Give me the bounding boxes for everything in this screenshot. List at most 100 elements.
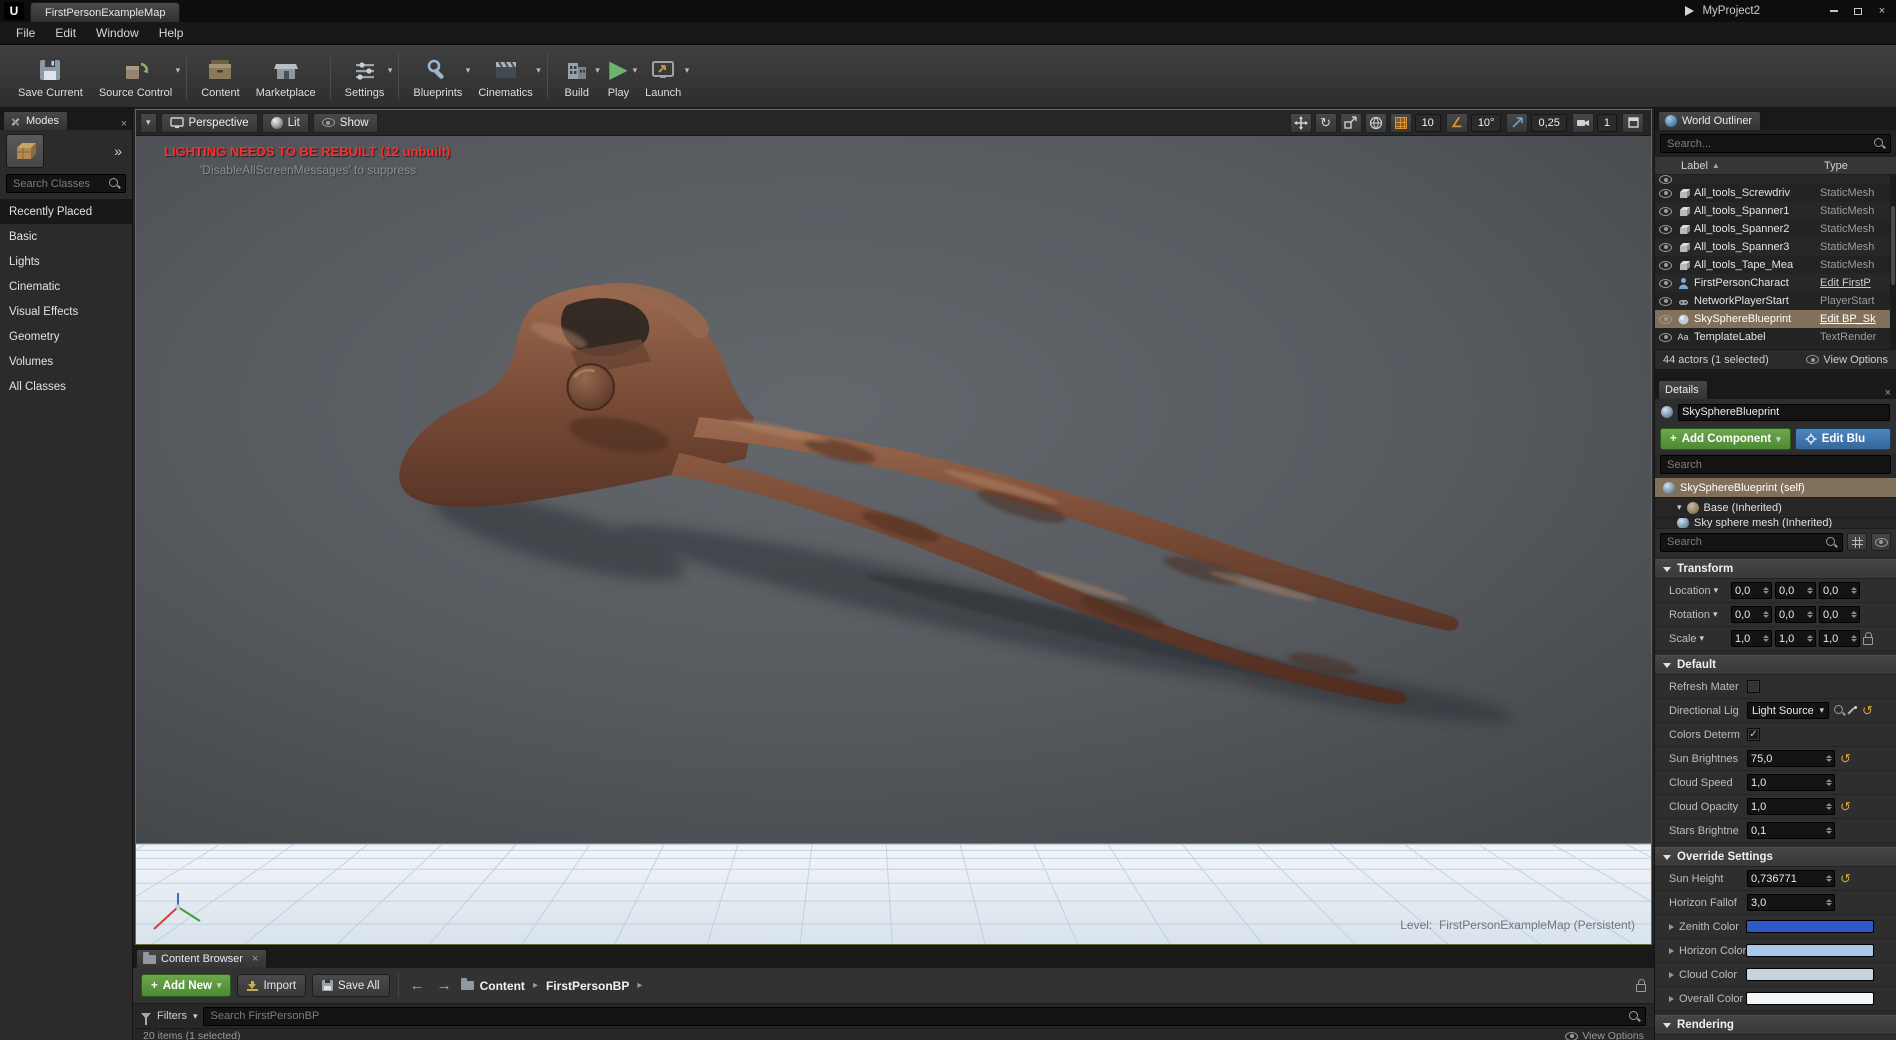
lit-button[interactable]: Lit — [261, 112, 309, 133]
visibility-eye-icon[interactable] — [1659, 314, 1672, 324]
property-search[interactable] — [1660, 532, 1843, 552]
scale-snap-value[interactable]: 0,25 — [1531, 113, 1567, 132]
stars-brightness-input[interactable] — [1748, 824, 1826, 837]
more-modes-chevron-icon[interactable]: » — [114, 143, 126, 159]
reset-to-default-icon[interactable]: ↺ — [1840, 800, 1851, 813]
show-button[interactable]: Show — [312, 112, 378, 133]
scale-tool-button[interactable] — [1339, 112, 1362, 133]
close-icon[interactable]: × — [121, 118, 132, 130]
cb-view-options[interactable]: View Options — [1565, 1030, 1644, 1040]
collapsed-triangle-icon[interactable] — [1669, 947, 1674, 954]
import-button[interactable]: Import — [237, 974, 307, 998]
play-button[interactable]: ▶ Play ▾ — [600, 51, 637, 101]
breadcrumb-firstpersonbp[interactable]: FirstPersonBP — [546, 979, 629, 993]
outliner-column-header[interactable]: Label ▲ Type — [1655, 157, 1896, 175]
content-search[interactable] — [203, 1006, 1646, 1026]
tab-content-browser[interactable]: Content Browser × — [136, 949, 268, 968]
edit-blueprint-button[interactable]: Edit Blu — [1794, 428, 1891, 450]
filters-button[interactable]: Filters — [157, 1010, 187, 1022]
sun-brightness-input[interactable] — [1748, 752, 1826, 765]
section-default[interactable]: Default — [1655, 655, 1896, 675]
directional-light-dropdown[interactable]: Light Source ▾ — [1747, 702, 1829, 719]
visibility-eye-icon[interactable] — [1659, 242, 1672, 252]
modes-search[interactable] — [6, 174, 126, 193]
table-row[interactable]: FirstPersonCharact Edit FirstP — [1655, 274, 1896, 292]
viewport-options-button[interactable]: ▾ — [140, 112, 157, 133]
save-current-button[interactable]: Save Current — [10, 51, 91, 101]
cloud-color-swatch[interactable] — [1746, 968, 1874, 981]
add-new-button[interactable]: + Add New ▾ — [141, 974, 232, 998]
tab-world-outliner[interactable]: World Outliner — [1658, 111, 1762, 130]
edit-blueprint-link[interactable]: Edit BP_Sk — [1820, 313, 1888, 325]
menu-help[interactable]: Help — [149, 23, 194, 43]
scale-label[interactable]: Scale ▾ — [1669, 633, 1731, 645]
visibility-eye-icon[interactable] — [1659, 332, 1672, 342]
back-arrow-icon[interactable]: ← — [407, 977, 428, 994]
section-rendering[interactable]: Rendering — [1655, 1015, 1896, 1035]
table-row[interactable]: NetworkPlayerStart PlayerStart — [1655, 292, 1896, 310]
close-icon[interactable]: × — [252, 953, 258, 965]
category-all-classes[interactable]: All Classes — [0, 374, 132, 399]
level-tab[interactable]: FirstPersonExampleMap — [30, 2, 181, 22]
view-options-button[interactable]: View Options — [1806, 354, 1888, 366]
cloud-speed-input[interactable] — [1748, 776, 1826, 789]
component-base-row[interactable]: ▾ Base (Inherited) — [1655, 498, 1896, 518]
camera-speed-button[interactable] — [1571, 112, 1594, 133]
table-row-selected[interactable]: SkySphereBlueprint Edit BP_Sk — [1655, 310, 1896, 328]
launch-button[interactable]: Launch ▾ — [637, 51, 689, 101]
place-mode-button[interactable] — [6, 134, 44, 168]
rotation-label[interactable]: Rotation ▾ — [1669, 609, 1731, 621]
notification-icon[interactable] — [1685, 6, 1695, 16]
outliner-search[interactable] — [1660, 134, 1891, 153]
table-row[interactable] — [1655, 175, 1896, 184]
visibility-eye-icon[interactable] — [1659, 278, 1672, 288]
blueprints-button[interactable]: Blueprints ▾ — [405, 51, 470, 101]
location-y-input[interactable] — [1776, 584, 1807, 597]
visibility-eye-icon[interactable] — [1659, 296, 1672, 306]
menu-window[interactable]: Window — [86, 23, 149, 43]
cloud-opacity-input[interactable] — [1748, 800, 1826, 813]
reset-to-default-icon[interactable]: ↺ — [1840, 872, 1851, 885]
search-icon[interactable] — [1833, 704, 1846, 717]
outliner-scrollbar[interactable] — [1890, 175, 1896, 349]
cinematics-button[interactable]: Cinematics ▾ — [470, 51, 541, 101]
collapsed-triangle-icon[interactable] — [1669, 923, 1674, 930]
visibility-eye-icon[interactable] — [1659, 206, 1672, 216]
edit-blueprint-link[interactable]: Edit FirstP — [1820, 277, 1888, 289]
picker-icon[interactable] — [1846, 705, 1857, 716]
rotation-y-input[interactable] — [1776, 608, 1807, 621]
tab-details[interactable]: Details — [1658, 380, 1708, 399]
category-lights[interactable]: Lights — [0, 249, 132, 274]
rotation-snap-toggle[interactable]: ∠ — [1445, 112, 1468, 133]
rotation-snap-value[interactable]: 10° — [1470, 113, 1502, 132]
grid-snap-value[interactable]: 10 — [1414, 113, 1441, 132]
expander-icon[interactable]: ▾ — [1677, 503, 1682, 512]
settings-button[interactable]: Settings ▾ — [337, 51, 392, 101]
table-row[interactable]: All_tools_Spanner3 StaticMesh — [1655, 238, 1896, 256]
menu-edit[interactable]: Edit — [45, 23, 86, 43]
collapsed-triangle-icon[interactable] — [1669, 995, 1674, 1002]
property-matrix-button[interactable] — [1847, 533, 1867, 551]
category-visual-effects[interactable]: Visual Effects — [0, 299, 132, 324]
breadcrumb-arrow-icon[interactable]: ▸ — [635, 980, 644, 991]
content-search-input[interactable] — [208, 1009, 1628, 1024]
translate-tool-button[interactable] — [1289, 112, 1312, 133]
minimize-button[interactable] — [1824, 4, 1844, 19]
source-control-button[interactable]: Source Control ▾ — [91, 51, 180, 101]
details-search[interactable] — [1660, 455, 1891, 474]
visibility-eye-icon[interactable] — [1659, 224, 1672, 234]
component-self-row[interactable]: SkySphereBlueprint (self) — [1655, 478, 1896, 498]
refresh-material-checkbox[interactable] — [1747, 680, 1760, 693]
grid-snap-toggle[interactable] — [1389, 112, 1412, 133]
category-recently-placed[interactable]: Recently Placed — [0, 199, 132, 224]
save-all-button[interactable]: Save All — [312, 974, 390, 998]
property-search-input[interactable] — [1665, 535, 1825, 549]
location-z-input[interactable] — [1820, 584, 1851, 597]
reset-to-default-icon[interactable]: ↺ — [1840, 752, 1851, 765]
close-icon[interactable]: × — [1885, 387, 1896, 399]
horizon-color-swatch[interactable] — [1746, 944, 1874, 957]
build-button[interactable]: Build ▾ — [554, 51, 600, 101]
table-row[interactable]: All_tools_Screwdriv StaticMesh — [1655, 184, 1896, 202]
search-classes-input[interactable] — [11, 176, 108, 191]
menu-file[interactable]: File — [6, 23, 45, 43]
